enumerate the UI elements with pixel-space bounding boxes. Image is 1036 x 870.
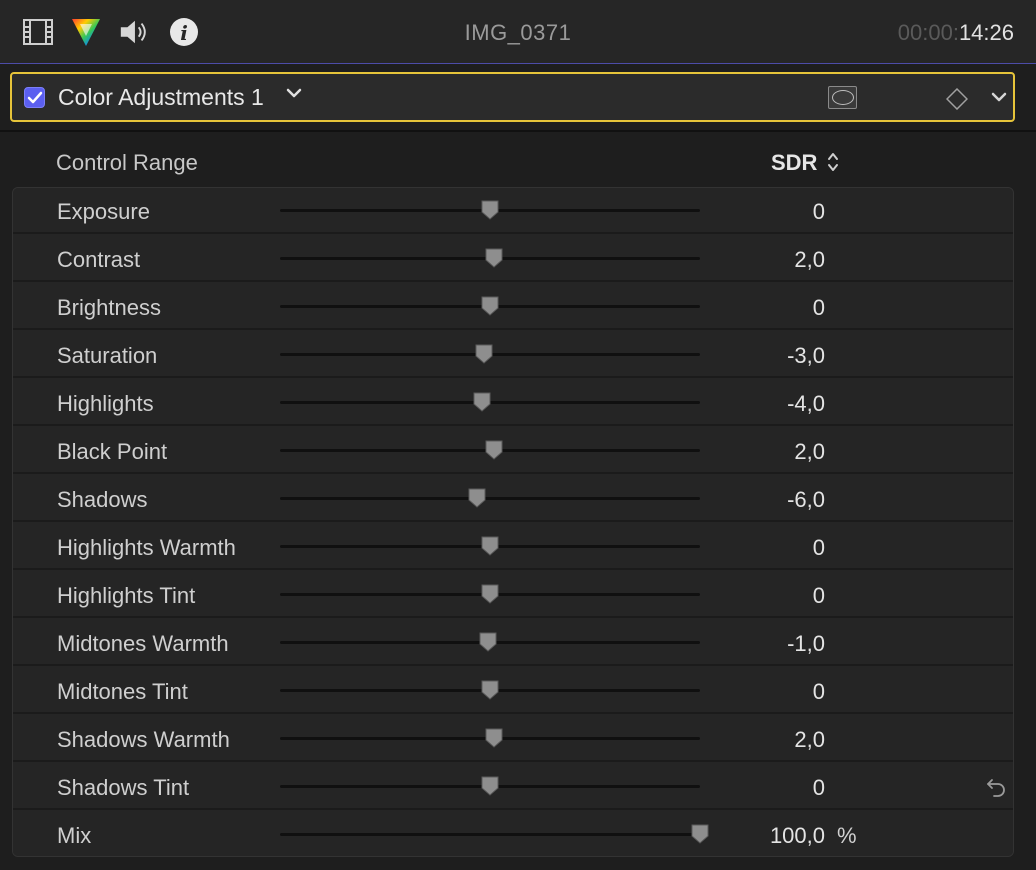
slider-thumb[interactable] [475,344,493,364]
timecode-frames: 14:26 [958,20,1014,45]
slider-track[interactable] [280,833,700,836]
parameter-row: Highlights Tint 0 [13,572,1013,618]
parameter-row: Brightness 0 [13,284,1013,330]
parameter-row: Shadows Tint 0 [13,764,1013,810]
slider-thumb[interactable] [485,728,503,748]
mask-oval-icon [831,90,854,105]
slider-thumb[interactable] [481,536,499,556]
parameter-value[interactable]: -4,0 [787,391,825,417]
timecode-hours: 00:00: [897,20,959,45]
checkmark-icon [27,91,42,103]
parameter-row: Midtones Tint 0 [13,668,1013,714]
updown-arrows-icon[interactable] [826,150,840,179]
slider-thumb[interactable] [468,488,486,508]
slider-thumb[interactable] [481,296,499,316]
parameter-label: Mix [57,823,92,848]
parameter-value[interactable]: 100,0 [770,823,825,849]
reset-icon[interactable] [985,776,1007,803]
slider-track[interactable] [280,497,700,500]
parameter-label: Black Point [57,439,168,464]
parameter-row: Highlights -4,0 [13,380,1013,426]
keyframe-diamond-icon[interactable] [945,87,969,115]
parameter-row: Exposure 0 [13,188,1013,234]
parameter-row: Shadows -6,0 [13,476,1013,522]
parameter-label: Shadows Tint [57,775,190,800]
parameter-unit: % [837,823,857,848]
parameter-label: Highlights [57,391,154,416]
mask-button[interactable] [828,86,857,109]
parameter-label: Brightness [57,295,161,320]
slider-thumb[interactable] [481,584,499,604]
parameter-value[interactable]: 0 [813,775,825,801]
parameter-row: Shadows Warmth 2,0 [13,716,1013,762]
divider [0,130,1036,132]
parameter-label: Midtones Tint [57,679,188,704]
parameter-value[interactable]: -3,0 [787,343,825,369]
parameter-label: Saturation [57,343,158,368]
parameter-label: Contrast [57,247,141,272]
chevron-down-icon[interactable] [286,86,302,105]
parameter-value[interactable]: 0 [813,583,825,609]
timecode: 00:00:14:26 [898,20,1014,46]
parameter-row: Contrast 2,0 [13,236,1013,282]
parameter-list: Exposure 0 Contrast 2,0 Brightness 0 Saturatio… [12,187,1014,857]
parameter-value[interactable]: 2,0 [794,727,825,753]
parameter-row: Midtones Warmth -1,0 [13,620,1013,666]
slider-thumb[interactable] [481,776,499,796]
clip-title: IMG_0371 [464,20,572,45]
effect-name[interactable]: Color Adjustments 1 [58,84,264,111]
parameter-value[interactable]: 0 [813,535,825,561]
parameter-value[interactable]: 0 [813,295,825,321]
inspector-header: i IMG_0371 00:00:14:26 [0,0,1036,64]
parameter-label: Highlights Tint [57,583,196,608]
effect-header: Color Adjustments 1 [10,72,1015,122]
parameter-label: Shadows [57,487,148,512]
slider-thumb[interactable] [479,632,497,652]
parameter-value[interactable]: 0 [813,679,825,705]
parameter-row: Mix 100,0% [13,812,1013,856]
parameter-label: Exposure [57,199,150,224]
slider-thumb[interactable] [485,440,503,460]
control-range-label: Control Range [56,150,198,175]
expand-chevron-icon[interactable] [990,88,1008,111]
slider-thumb[interactable] [691,824,709,844]
parameter-row: Highlights Warmth 0 [13,524,1013,570]
parameter-value[interactable]: -6,0 [787,487,825,513]
parameter-label: Midtones Warmth [57,631,229,656]
effect-enable-checkbox[interactable] [24,87,45,108]
control-range-value[interactable]: SDR [771,150,817,176]
slider-thumb[interactable] [473,392,491,412]
parameter-value[interactable]: 2,0 [794,439,825,465]
parameter-label: Highlights Warmth [57,535,236,560]
slider-thumb[interactable] [481,680,499,700]
parameter-value[interactable]: -1,0 [787,631,825,657]
parameter-value[interactable]: 0 [813,199,825,225]
parameter-value[interactable]: 2,0 [794,247,825,273]
slider-thumb[interactable] [481,200,499,220]
parameter-label: Shadows Warmth [57,727,230,752]
parameter-row: Saturation -3,0 [13,332,1013,378]
slider-thumb[interactable] [485,248,503,268]
parameter-row: Black Point 2,0 [13,428,1013,474]
